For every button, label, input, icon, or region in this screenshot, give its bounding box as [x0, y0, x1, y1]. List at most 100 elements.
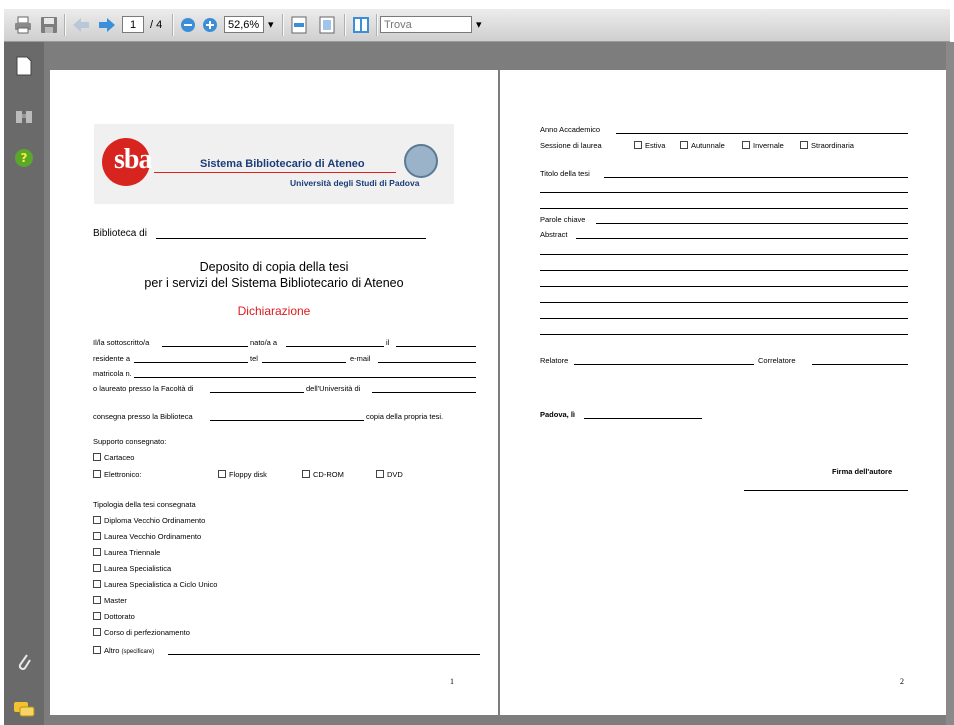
checkbox[interactable] [93, 580, 101, 588]
form-line [540, 318, 908, 319]
next-page-icon[interactable] [96, 14, 118, 36]
form-line [168, 654, 480, 655]
checkbox-estiva[interactable]: Estiva [634, 141, 665, 150]
laureato-label: o laureato presso la Facoltà di [93, 384, 194, 393]
svg-text:?: ? [21, 151, 28, 165]
page-1: sba Sistema Bibliotecario di Ateneo Univ… [50, 70, 498, 715]
tipologia-label: Laurea Triennale [104, 548, 161, 557]
save-icon[interactable] [38, 14, 60, 36]
checkbox[interactable] [93, 470, 101, 478]
checkbox-tipologia[interactable]: Master [93, 596, 127, 605]
page-number-input[interactable]: 1 [122, 16, 144, 33]
checkbox[interactable] [302, 470, 310, 478]
padova-label: Padova, lì [540, 410, 576, 419]
checkbox[interactable] [93, 532, 101, 540]
checkbox[interactable] [680, 141, 688, 149]
checkbox[interactable] [376, 470, 384, 478]
checkbox-tipologia[interactable]: Laurea Specialistica a Ciclo Unico [93, 580, 217, 589]
sessione-label: Sessione di laurea [540, 141, 602, 150]
signature-line [744, 490, 908, 491]
form-line [540, 208, 908, 209]
comments-icon[interactable] [12, 698, 36, 722]
pages-icon[interactable] [12, 54, 36, 78]
zoom-dropdown-icon[interactable]: ▾ [268, 18, 274, 31]
checkbox[interactable] [93, 646, 101, 654]
checkbox-tipologia[interactable]: Laurea Specialistica [93, 564, 171, 573]
zoom-select[interactable]: 52,6% [224, 16, 264, 33]
toolbar-separator [376, 14, 378, 36]
tipologia-label: Laurea Specialistica [104, 564, 172, 573]
checkbox[interactable] [93, 516, 101, 524]
matricola-label: matricola n. [93, 369, 132, 378]
relatore-label: Relatore [540, 356, 569, 365]
il-label: il [386, 338, 390, 347]
correlatore-label: Correlatore [758, 356, 796, 365]
zoom-out-icon[interactable] [177, 14, 199, 36]
universita-label: dell'Università di [306, 384, 361, 393]
biblioteca-line [156, 238, 426, 239]
checkbox-altro[interactable]: Altro (specificare) [93, 646, 154, 655]
print-icon[interactable] [12, 14, 34, 36]
checkbox-tipologia[interactable]: Corso di perfezionamento [93, 628, 190, 637]
tipologia-label: Diploma Vecchio Ordinamento [104, 516, 206, 525]
document-view[interactable]: sba Sistema Bibliotecario di Ateneo Univ… [44, 42, 954, 725]
anno-label: Anno Accademico [540, 125, 601, 134]
checkbox-tipologia[interactable]: Laurea Triennale [93, 548, 160, 557]
checkbox-floppy[interactable]: Floppy disk [218, 470, 267, 479]
sba-logo: sba Sistema Bibliotecario di Ateneo Univ… [94, 124, 454, 204]
abstract-label: Abstract [540, 230, 568, 239]
form-line [134, 377, 476, 378]
sessione-option: Estiva [645, 141, 666, 150]
elettronico-label: Elettronico: [104, 470, 142, 479]
logo-title: Sistema Bibliotecario di Ateneo [200, 158, 365, 170]
checkbox[interactable] [93, 548, 101, 556]
help-icon[interactable]: ? [12, 146, 36, 170]
form-line [540, 254, 908, 255]
checkbox-dvd[interactable]: DVD [376, 470, 403, 479]
checkbox[interactable] [742, 141, 750, 149]
search-input[interactable]: Trova [380, 16, 472, 33]
prev-page-icon[interactable] [70, 14, 92, 36]
dvd-label: DVD [387, 470, 403, 479]
checkbox[interactable] [634, 141, 642, 149]
fit-page-icon[interactable] [316, 14, 338, 36]
supporto-title: Supporto consegnato: [93, 437, 167, 446]
navigation-panel: ? [4, 42, 44, 725]
residente-label: residente a [93, 354, 131, 363]
form-line [210, 392, 304, 393]
checkbox-cdrom[interactable]: CD-ROM [302, 470, 344, 479]
checkbox[interactable] [93, 596, 101, 604]
checkbox-elettronico[interactable]: Elettronico: [93, 470, 142, 479]
heading-dichiarazione: Dichiarazione [237, 304, 311, 318]
zoom-in-icon[interactable] [199, 14, 221, 36]
parole-label: Parole chiave [540, 215, 586, 224]
checkbox-tipologia[interactable]: Dottorato [93, 612, 135, 621]
tipologia-label: Laurea Vecchio Ordinamento [104, 532, 202, 541]
checkbox[interactable] [93, 564, 101, 572]
tel-label: tel [250, 354, 258, 363]
cdrom-label: CD-ROM [313, 470, 344, 479]
checkbox-cartaceo[interactable]: Cartaceo [93, 453, 134, 462]
checkbox[interactable] [218, 470, 226, 478]
checkbox-invernale[interactable]: Invernale [742, 141, 784, 150]
checkbox[interactable] [93, 628, 101, 636]
bookmarks-icon[interactable] [12, 104, 36, 128]
search-dropdown-icon[interactable]: ▾ [476, 18, 482, 31]
two-page-icon[interactable] [350, 14, 372, 36]
sessione-option: Straordinaria [811, 141, 854, 150]
altro-label: Altro [104, 646, 120, 655]
checkbox[interactable] [800, 141, 808, 149]
attachment-icon[interactable] [12, 650, 36, 674]
page-number: 2 [900, 677, 904, 686]
form-line [604, 177, 908, 178]
checkbox-tipologia[interactable]: Diploma Vecchio Ordinamento [93, 516, 205, 525]
checkbox-straordinaria[interactable]: Straordinaria [800, 141, 854, 150]
checkbox[interactable] [93, 612, 101, 620]
toolbar-separator [282, 14, 284, 36]
vertical-scrollbar[interactable] [946, 42, 954, 725]
form-line [210, 420, 364, 421]
checkbox-tipologia[interactable]: Laurea Vecchio Ordinamento [93, 532, 201, 541]
fit-width-icon[interactable] [288, 14, 310, 36]
checkbox[interactable] [93, 453, 101, 461]
checkbox-autunnale[interactable]: Autunnale [680, 141, 725, 150]
